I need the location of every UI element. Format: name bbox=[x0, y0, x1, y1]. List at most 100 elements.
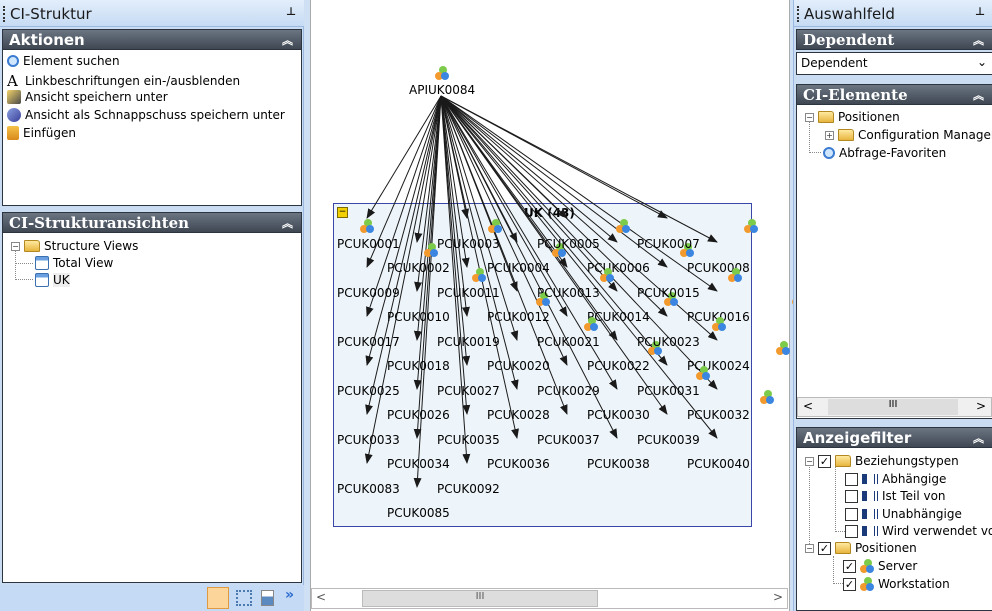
scroll-right-button[interactable]: > bbox=[773, 590, 783, 604]
checkbox-checked[interactable]: ✓ bbox=[818, 454, 831, 468]
node-label[interactable]: PCUK0001 bbox=[337, 237, 400, 251]
ci-icon[interactable] bbox=[696, 366, 710, 380]
node-label[interactable]: PCUK0022 bbox=[587, 359, 650, 373]
node-label[interactable]: PCUK0020 bbox=[487, 359, 550, 373]
filter-item-server[interactable]: ✓ Server bbox=[843, 559, 917, 573]
node-label[interactable]: PCUK0029 bbox=[537, 384, 600, 398]
node-label[interactable]: PCUK0023 bbox=[637, 335, 700, 349]
node-label[interactable]: PCUK0007 bbox=[637, 237, 700, 251]
ci-icon[interactable] bbox=[712, 317, 726, 331]
node-label[interactable]: PCUK0030 bbox=[587, 408, 650, 422]
node-label[interactable]: PCUK0033 bbox=[337, 433, 400, 447]
node-label[interactable]: PCUK0085 bbox=[387, 506, 450, 520]
edge-arrow bbox=[366, 95, 442, 219]
node-label[interactable]: PCUK0011 bbox=[437, 286, 500, 300]
dependent-select[interactable]: Dependent ⌄ bbox=[796, 52, 992, 75]
checkbox-unchecked[interactable] bbox=[845, 507, 858, 521]
node-label[interactable]: PCUK0019 bbox=[437, 335, 500, 349]
pin-icon[interactable]: ⊥ bbox=[975, 5, 985, 18]
node-label[interactable]: PCUK0028 bbox=[487, 408, 550, 422]
checkbox-checked[interactable]: ✓ bbox=[843, 577, 856, 591]
filter-relation-types[interactable]: − ✓ Beziehungstypen bbox=[805, 454, 959, 468]
node-label[interactable]: PCUK0036 bbox=[487, 457, 550, 471]
filter-item[interactable]: Unabhängige bbox=[845, 507, 962, 521]
ci-icon[interactable] bbox=[616, 219, 630, 233]
node-label[interactable]: PCUK0037 bbox=[537, 433, 600, 447]
node-label[interactable]: PCUK0013 bbox=[537, 286, 600, 300]
node-label[interactable]: PCUK0035 bbox=[437, 433, 500, 447]
node-label[interactable]: PCUK0027 bbox=[437, 384, 500, 398]
node-label[interactable]: PCUK0017 bbox=[337, 335, 400, 349]
node-label[interactable]: PCUK0004 bbox=[487, 261, 550, 275]
node-label[interactable]: PCUK0025 bbox=[337, 384, 400, 398]
folder-open-icon bbox=[835, 542, 851, 554]
tree-node-configuration-manager[interactable]: + Configuration Manager bbox=[825, 128, 992, 142]
ci-icon[interactable] bbox=[760, 390, 774, 404]
checkbox-checked[interactable]: ✓ bbox=[843, 559, 856, 573]
tree-label: Positionen bbox=[838, 110, 900, 124]
ci-icon[interactable] bbox=[584, 317, 598, 331]
node-label[interactable]: PCUK0009 bbox=[337, 286, 400, 300]
filter-item[interactable]: Wird verwendet von bbox=[845, 524, 992, 538]
ci-icon[interactable] bbox=[472, 268, 486, 282]
scroll-left-button[interactable]: < bbox=[803, 399, 813, 413]
ci-elements-header[interactable]: CI-Elemente ︽ bbox=[796, 84, 992, 105]
node-label[interactable]: PCUK0038 bbox=[587, 457, 650, 471]
node-label[interactable]: PCUK0018 bbox=[387, 359, 450, 373]
filter-header[interactable]: Anzeigefilter ︽ bbox=[796, 427, 992, 448]
collapse-icon[interactable]: ︽ bbox=[973, 32, 984, 48]
panel-title: Auswahlfeld ⊥ bbox=[794, 0, 992, 27]
ci-icon[interactable] bbox=[424, 243, 438, 257]
node-label[interactable]: PCUK0015 bbox=[637, 286, 700, 300]
ci-icon[interactable] bbox=[744, 219, 758, 233]
collapse-icon[interactable]: ︽ bbox=[973, 87, 984, 103]
tree-node-query-favorites[interactable]: Abfrage-Favoriten bbox=[823, 146, 946, 160]
ci-icon[interactable] bbox=[728, 268, 742, 282]
scroll-left-button[interactable]: < bbox=[316, 590, 326, 604]
checkbox-unchecked[interactable] bbox=[845, 489, 858, 503]
node-label[interactable]: PCUK0040 bbox=[687, 457, 750, 471]
node-label[interactable]: PCUK0005 bbox=[537, 237, 600, 251]
node-label[interactable]: PCUK0012 bbox=[487, 310, 550, 324]
collapse-toggle[interactable]: − bbox=[805, 543, 814, 553]
filter-item[interactable]: Ist Teil von bbox=[845, 489, 946, 503]
node-label[interactable]: PCUK0092 bbox=[437, 482, 500, 496]
filter-header-text: Anzeigefilter bbox=[803, 429, 912, 447]
ci-horizontal-scrollbar[interactable]: < III > bbox=[797, 397, 992, 417]
relation-icon bbox=[862, 491, 878, 501]
ci-icon[interactable] bbox=[488, 219, 502, 233]
collapse-icon[interactable]: ︽ bbox=[973, 430, 984, 446]
ci-icon[interactable] bbox=[600, 268, 614, 282]
node-label[interactable]: PCUK0006 bbox=[587, 261, 650, 275]
checkbox-unchecked[interactable] bbox=[845, 472, 858, 486]
ci-icon[interactable] bbox=[776, 341, 790, 355]
scroll-thumb[interactable]: III bbox=[362, 590, 598, 607]
tree-label: Positionen bbox=[855, 541, 917, 555]
horizontal-scrollbar[interactable]: < III > bbox=[311, 588, 788, 609]
node-label[interactable]: PCUK0026 bbox=[387, 408, 450, 422]
node-label[interactable]: PCUK0002 bbox=[387, 261, 450, 275]
filter-item[interactable]: Abhängige bbox=[845, 472, 946, 486]
scroll-right-button[interactable]: > bbox=[976, 399, 986, 413]
node-label[interactable]: PCUK0083 bbox=[337, 482, 400, 496]
checkbox-checked[interactable]: ✓ bbox=[818, 541, 831, 555]
node-label[interactable]: PCUK0034 bbox=[387, 457, 450, 471]
node-label[interactable]: PCUK0010 bbox=[387, 310, 450, 324]
node-label[interactable]: PCUK0021 bbox=[537, 335, 600, 349]
expand-toggle[interactable]: + bbox=[825, 130, 834, 140]
root-node[interactable]: APIUK0084 bbox=[409, 66, 475, 97]
checkbox-unchecked[interactable] bbox=[845, 524, 858, 538]
node-label[interactable]: PCUK0039 bbox=[637, 433, 700, 447]
dependent-header-text: Dependent bbox=[803, 31, 895, 49]
node-label[interactable]: PCUK0003 bbox=[437, 237, 500, 251]
filter-item-workstation[interactable]: ✓ Workstation bbox=[843, 577, 950, 591]
node-label[interactable]: PCUK0031 bbox=[637, 384, 700, 398]
filter-positions[interactable]: − ✓ Positionen bbox=[805, 541, 917, 555]
node-label[interactable]: PCUK0032 bbox=[687, 408, 750, 422]
tree-label: Abfrage-Favoriten bbox=[839, 146, 947, 160]
scroll-thumb[interactable]: III bbox=[828, 399, 958, 415]
collapse-toggle[interactable]: − bbox=[805, 456, 814, 466]
ci-icon[interactable] bbox=[360, 219, 374, 233]
folder-open-icon bbox=[835, 455, 851, 467]
dependent-header[interactable]: Dependent ︽ bbox=[796, 29, 992, 50]
